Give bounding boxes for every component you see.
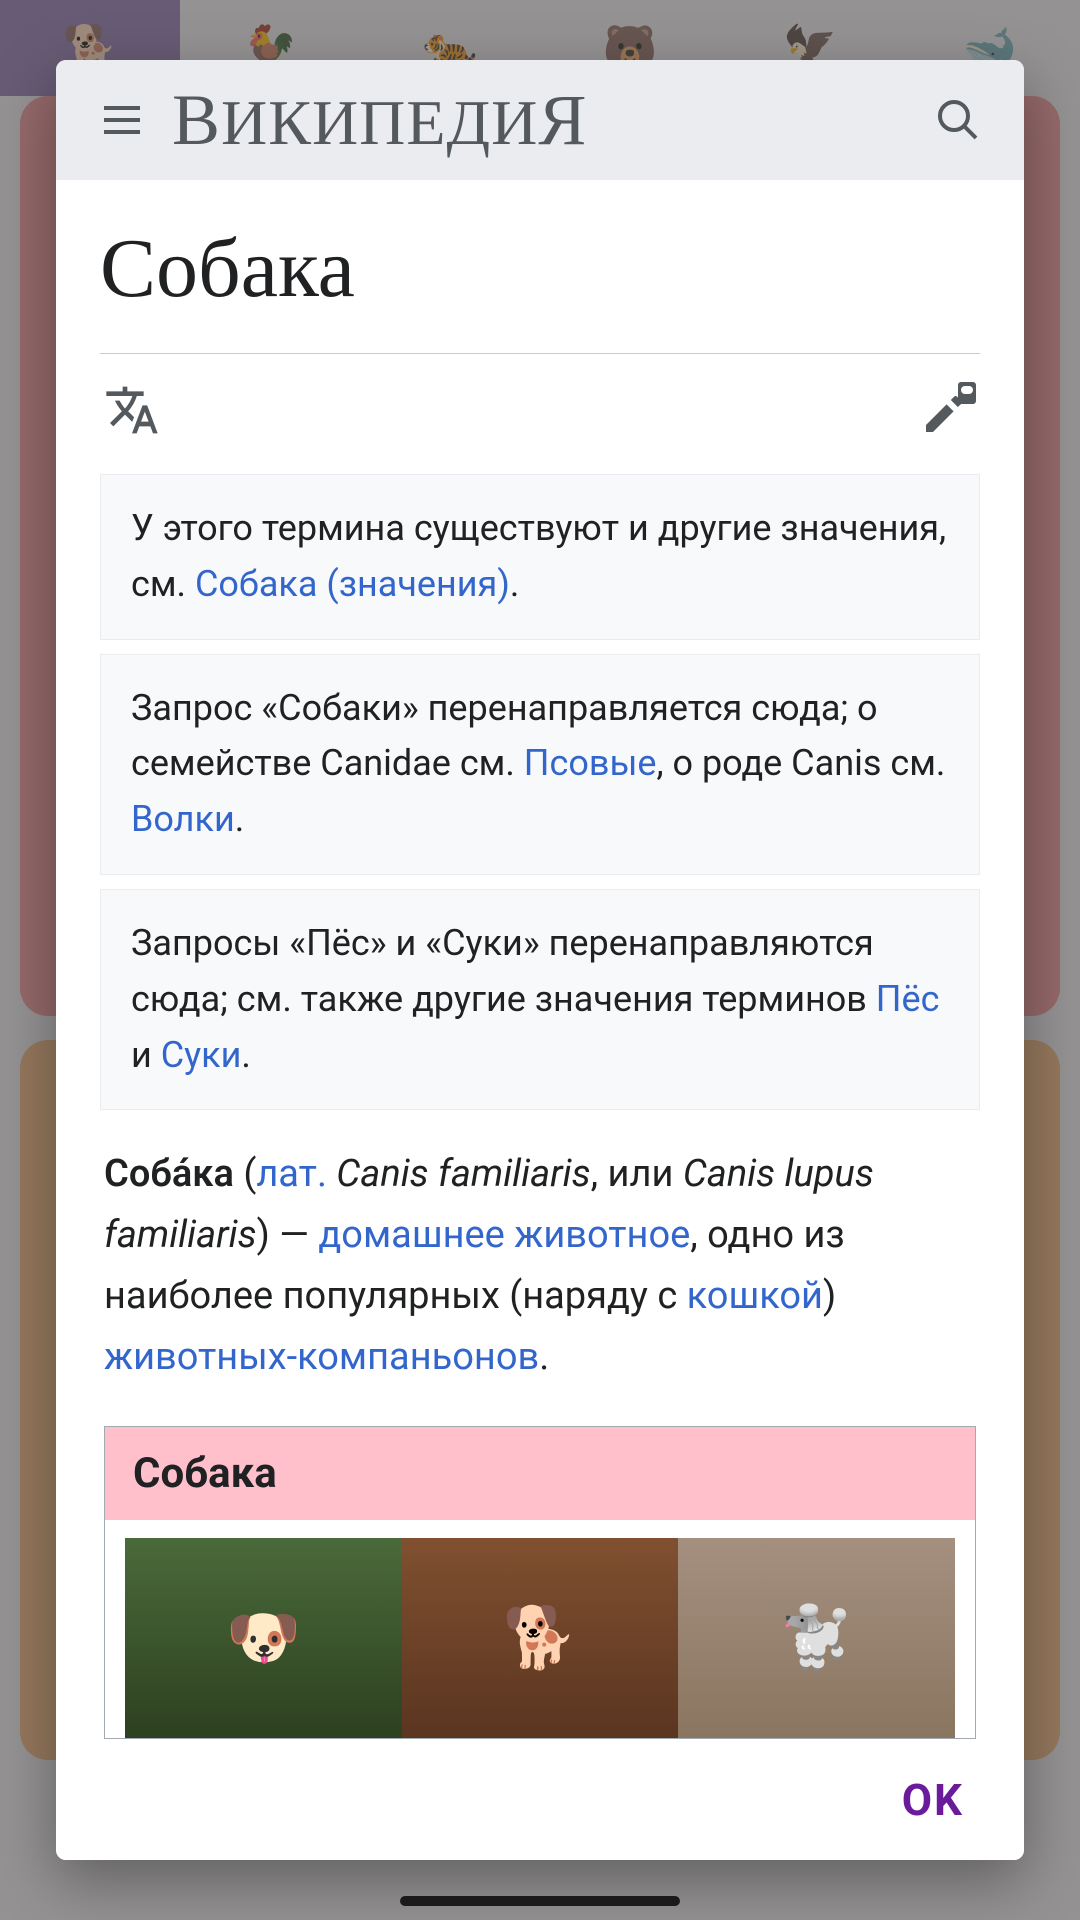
divider <box>100 353 980 354</box>
link[interactable]: лат. <box>256 1152 327 1196</box>
infobox-images: 🐶 🐕 🐩 <box>105 1520 975 1738</box>
search-icon[interactable] <box>928 90 988 150</box>
edit-locked-icon[interactable] <box>920 382 976 438</box>
disambig-link[interactable]: Пёс <box>876 978 940 1020</box>
link[interactable]: животных-компаньонов <box>104 1335 539 1379</box>
disambig-link[interactable]: Суки <box>161 1034 242 1076</box>
modal-footer: OK <box>56 1740 1024 1860</box>
article-scroll[interactable]: Собака У этого термина существуют и друг… <box>56 180 1024 1740</box>
disambiguation-box: Запросы «Пёс» и «Суки» перенаправляются … <box>100 889 980 1110</box>
lead-paragraph: Соба́ка (лат. Canis familiaris, или Cani… <box>100 1124 980 1419</box>
disambiguation-box: У этого термина существуют и другие знач… <box>100 474 980 640</box>
infobox-image[interactable]: 🐶 <box>125 1538 402 1738</box>
article-toolbar <box>100 382 980 474</box>
wiki-header: ВИКИПЕДИЯ <box>56 60 1024 180</box>
wikipedia-modal: ВИКИПЕДИЯ Собака У этого термина существ… <box>56 60 1024 1860</box>
language-icon[interactable] <box>104 382 160 438</box>
infobox-image[interactable]: 🐕 <box>402 1538 679 1738</box>
disambig-link[interactable]: Волки <box>131 798 235 840</box>
disambig-link[interactable]: Собака (значения) <box>195 563 510 605</box>
infobox: Собака 🐶 🐕 🐩 <box>104 1426 976 1739</box>
wiki-logo: ВИКИПЕДИЯ <box>152 79 928 162</box>
link[interactable]: домашнее животное <box>318 1213 690 1257</box>
home-indicator <box>400 1896 680 1906</box>
infobox-image[interactable]: 🐩 <box>678 1538 955 1738</box>
disambiguation-box: Запрос «Собаки» перенаправляется сюда; о… <box>100 654 980 875</box>
menu-icon[interactable] <box>92 90 152 150</box>
disambig-link[interactable]: Псовые <box>524 742 657 784</box>
article-title: Собака <box>100 220 980 317</box>
ok-button[interactable]: OK <box>902 1774 964 1826</box>
infobox-title: Собака <box>105 1427 975 1520</box>
link[interactable]: кошкой <box>687 1274 823 1318</box>
